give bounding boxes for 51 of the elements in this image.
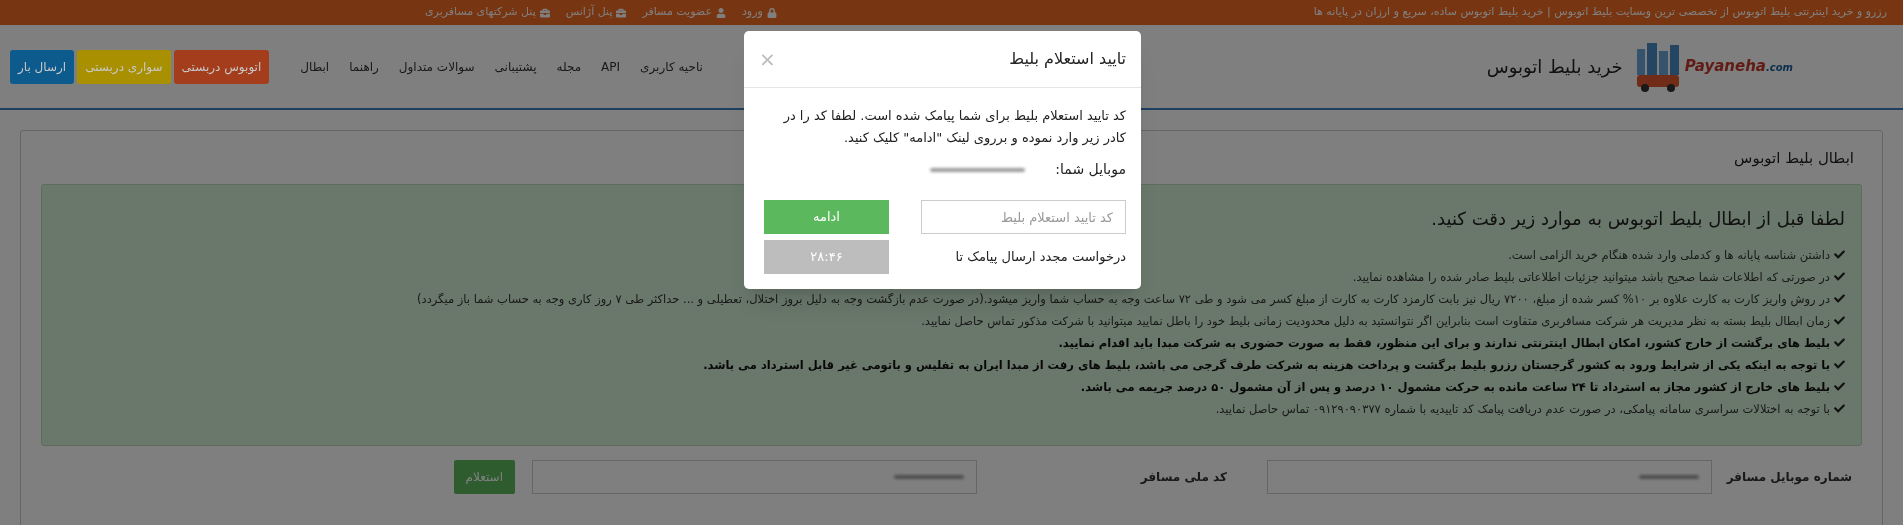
brand-title: خرید بلیط اتوبوس <box>1486 55 1623 80</box>
notice-item: با توجه به اینکه یکی از شرایط ورود به کشور گرجستان رزرو بلیط برگشت و پرداخت هزینه به شرکت طرف گرجی می باشد، بلیط های رفت از مبدا ایران به تفلیس و باتومی غیر قابل استرداد می باشد. <box>703 356 1830 374</box>
dialog-title: تایید استعلام بلیط <box>1009 48 1126 70</box>
nav-link[interactable]: پشتیبانی <box>494 57 537 76</box>
national-id-label: کد ملی مسافر <box>1139 468 1227 486</box>
top-bar-link[interactable]: عضویت مسافر <box>642 4 726 21</box>
notice-item: داشتن شناسه پایانه ها و کدملی وارد شده هنگام خرید الزامی است. <box>1508 246 1830 264</box>
site-logo[interactable]: Payaneha.com <box>1634 40 1793 93</box>
notice-item: بلیط های خارج از کشور مجاز به استرداد تا ۲۴ ساعت مانده به حرکت مشمول ۱۰ درصد و پس از آن مشمول ۵۰ درصد جریمه می باشد. <box>1080 378 1830 396</box>
check-icon <box>1834 359 1845 370</box>
site-tagline: رزرو و خرید اینترنتی بلیط اتوبوس از تخصصی ترین وبسایت بلیط اتوبوس | خرید بلیط اتوبوس ساده، سریع و ارزان در پایانه ها <box>1313 4 1887 21</box>
top-bar-link[interactable]: پنل شرکتهای مسافربری <box>425 4 550 21</box>
national-id-field[interactable] <box>532 459 977 494</box>
continue-button[interactable]: ادامه <box>764 200 889 234</box>
check-icon <box>1834 293 1845 304</box>
briefcase-icon <box>616 7 627 18</box>
mobile-label: شماره موبایل مسافر <box>1725 468 1852 486</box>
nav-link[interactable]: مجله <box>556 57 582 76</box>
nav-link[interactable]: سوالات متداول <box>398 57 475 76</box>
notice-heading: لطفا قبل از ابطال بلیط اتوبوس به موارد زیر دقت کنید. <box>1431 206 1845 232</box>
check-icon <box>1834 381 1845 392</box>
inquiry-button[interactable]: استعلام <box>453 459 515 494</box>
nav-link[interactable]: ابطال <box>300 57 330 76</box>
notice-item: در روش واریز کارت به کارت علاوه بر ۱۰% کسر شده از مبلغ، ۷۲۰۰ ریال نیز بابت کارمزد کارت به کارت از مبلغ کسر می شود و طی ۷۲ ساعت وجه به حساب شما واریز میشود.(در صورت عدم بازگشت وجه به دلیل بروز اختلال، تعطیلی و ... حداکثر طی ۷ روز کاری وجه به حساب شما باز میگردد) <box>417 290 1830 308</box>
nav-button[interactable]: اتوبوس دربستی <box>173 49 270 84</box>
briefcase-icon <box>539 7 550 18</box>
dialog-message: کد تایید استعلام بلیط برای شما پیامک شده است. لطفا کد را در کادر زیر وارد نموده و برروی لینک "ادامه" کلیک کنید. <box>782 107 1126 148</box>
nav-link[interactable]: راهنما <box>349 57 379 76</box>
close-button[interactable]: × <box>759 49 776 69</box>
notice-item: در صورتی که اطلاعات شما صحیح باشد میتوانید جزئیات اطلاعاتی بلیط صادر شده را مشاهده نمایید. <box>1352 268 1830 286</box>
resend-text: درخواست مجدد ارسال پیامک تا <box>955 248 1126 267</box>
top-bar-link[interactable]: پنل آژانس <box>565 4 627 21</box>
code-input[interactable]: کد تایید استعلام بلیط <box>921 200 1126 234</box>
notice-item: با توجه به اختلالات سراسری سامانه پیامکی، در صورت عدم دریافت پیامک کد تاییدیه با شماره ۰۹۱۲۹۰۹۰۳۷۷ تماس حاصل نمایید. <box>1215 400 1830 418</box>
check-icon <box>1834 271 1845 282</box>
check-icon <box>1834 403 1845 414</box>
lock-icon <box>766 7 777 18</box>
notice-item: بلیط های برگشت از خارج کشور، امکان ابطال اینترنتی ندارند و برای این منظور، فقط به صورت حضوری به شرکت مبدا باید اقدام نمایید. <box>1058 334 1830 352</box>
check-icon <box>1834 315 1845 326</box>
mobile-field[interactable] <box>1267 459 1712 494</box>
nav-button[interactable]: سواری دربستی <box>77 49 171 84</box>
mobile-label: موبایل شما: <box>1055 160 1126 180</box>
check-icon <box>1834 337 1845 348</box>
nav-link[interactable]: API <box>601 57 621 76</box>
user-icon <box>715 7 726 18</box>
top-bar-link[interactable]: ورود <box>741 4 777 21</box>
bus-skyline-drawing <box>1634 40 1681 93</box>
check-icon <box>1834 249 1845 260</box>
nav-link[interactable]: ناحیه کاربری <box>640 57 703 76</box>
nav-button[interactable]: ارسال بار <box>10 49 75 84</box>
notice-item: زمان ابطال بلیط بسته به نظر مدیریت هر شرکت مسافربری متفاوت است بنابراین اگر نتوانستید به دلیل محدودیت زمانی بلیط خود را باطل نمایید میتوانید با شرکت مذکور تماس حاصل نمایید. <box>921 312 1830 330</box>
